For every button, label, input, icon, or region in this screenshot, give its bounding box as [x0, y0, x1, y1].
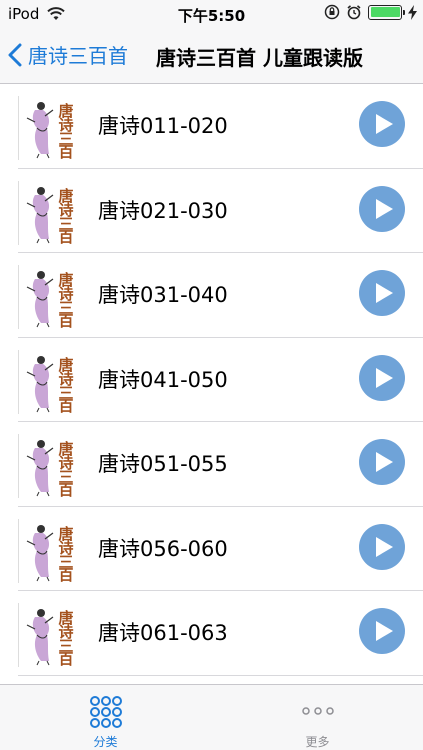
- svg-text:百: 百: [58, 481, 73, 498]
- svg-text:百: 百: [58, 228, 73, 245]
- svg-text:百: 百: [58, 650, 73, 667]
- play-icon: [376, 621, 393, 641]
- battery-icon: [368, 4, 405, 20]
- back-button[interactable]: 唐诗三百首: [8, 40, 128, 69]
- play-icon: [376, 114, 393, 134]
- list-item[interactable]: 唐诗三百唐诗031-040: [18, 253, 423, 338]
- play-icon: [376, 367, 393, 388]
- svg-text:百: 百: [58, 397, 73, 414]
- play-button[interactable]: [359, 185, 405, 232]
- poem-thumbnail-image: 唐诗三百: [18, 349, 86, 414]
- back-button-label: 唐诗三百首: [28, 44, 128, 68]
- poem-thumbnail-image: 唐诗三百: [18, 603, 86, 667]
- list-item-label: 唐诗011-020: [98, 114, 228, 138]
- lesson-list: 唐诗三百唐诗011-020 唐诗三百唐诗021-030 唐诗三百唐诗031-040 唐…: [0, 84, 423, 684]
- svg-text:百: 百: [58, 566, 73, 583]
- play-button[interactable]: [359, 439, 405, 485]
- svg-text:百: 百: [58, 143, 73, 160]
- list-item[interactable]: 唐诗三百唐诗061-063: [18, 591, 423, 676]
- list-item-label: 唐诗061-063: [98, 621, 228, 645]
- alarm-icon: [347, 5, 361, 20]
- poem-thumbnail-image: 唐诗三百: [18, 180, 86, 245]
- play-icon: [376, 198, 393, 219]
- status-bar: iPod 下午5:50: [0, 0, 423, 28]
- play-icon: [376, 536, 393, 557]
- orientation-lock-icon: [324, 4, 340, 20]
- grid-icon: [89, 696, 122, 728]
- more-icon: [301, 707, 334, 715]
- status-right: [324, 4, 417, 20]
- list-item-label: 唐诗041-050: [98, 367, 228, 392]
- play-button[interactable]: [359, 354, 405, 401]
- list-item-label: 唐诗056-060: [98, 536, 228, 561]
- chevron-left-icon: [8, 43, 22, 66]
- charging-icon: [408, 4, 417, 20]
- play-button[interactable]: [359, 523, 405, 570]
- navigation-bar: 唐诗三百首 唐诗三百首 儿童跟读版: [0, 28, 423, 84]
- play-button[interactable]: [359, 270, 405, 316]
- list-item-label: 唐诗031-040: [98, 283, 228, 307]
- list-item[interactable]: 唐诗三百唐诗056-060: [18, 507, 423, 591]
- tab-category-label: 分类: [93, 735, 118, 749]
- play-icon: [376, 283, 393, 303]
- tab-more[interactable]: 更多: [212, 685, 423, 750]
- page-title: 唐诗三百首 儿童跟读版: [156, 46, 363, 70]
- poem-thumbnail-image: 唐诗三百: [18, 265, 86, 329]
- tab-category[interactable]: 分类: [0, 685, 211, 750]
- poem-thumbnail-image: 唐诗三百: [18, 96, 86, 160]
- svg-text:百: 百: [58, 312, 73, 329]
- list-item[interactable]: 唐诗三百唐诗041-050: [18, 338, 423, 422]
- tab-bar: 分类 更多: [0, 684, 423, 750]
- list-item-label: 唐诗021-030: [98, 198, 228, 223]
- poem-thumbnail-image: 唐诗三百: [18, 518, 86, 583]
- list-item-label: 唐诗051-055: [98, 452, 228, 476]
- tab-more-label: 更多: [305, 735, 330, 749]
- list-item[interactable]: 唐诗三百唐诗011-020: [18, 84, 423, 169]
- play-button[interactable]: [359, 608, 405, 654]
- play-icon: [376, 452, 393, 472]
- poem-thumbnail-image: 唐诗三百: [18, 434, 86, 498]
- play-button[interactable]: [359, 101, 405, 147]
- list-item[interactable]: 唐诗三百唐诗051-055: [18, 422, 423, 507]
- list-item[interactable]: 唐诗三百唐诗021-030: [18, 169, 423, 253]
- battery-fill: [370, 7, 400, 17]
